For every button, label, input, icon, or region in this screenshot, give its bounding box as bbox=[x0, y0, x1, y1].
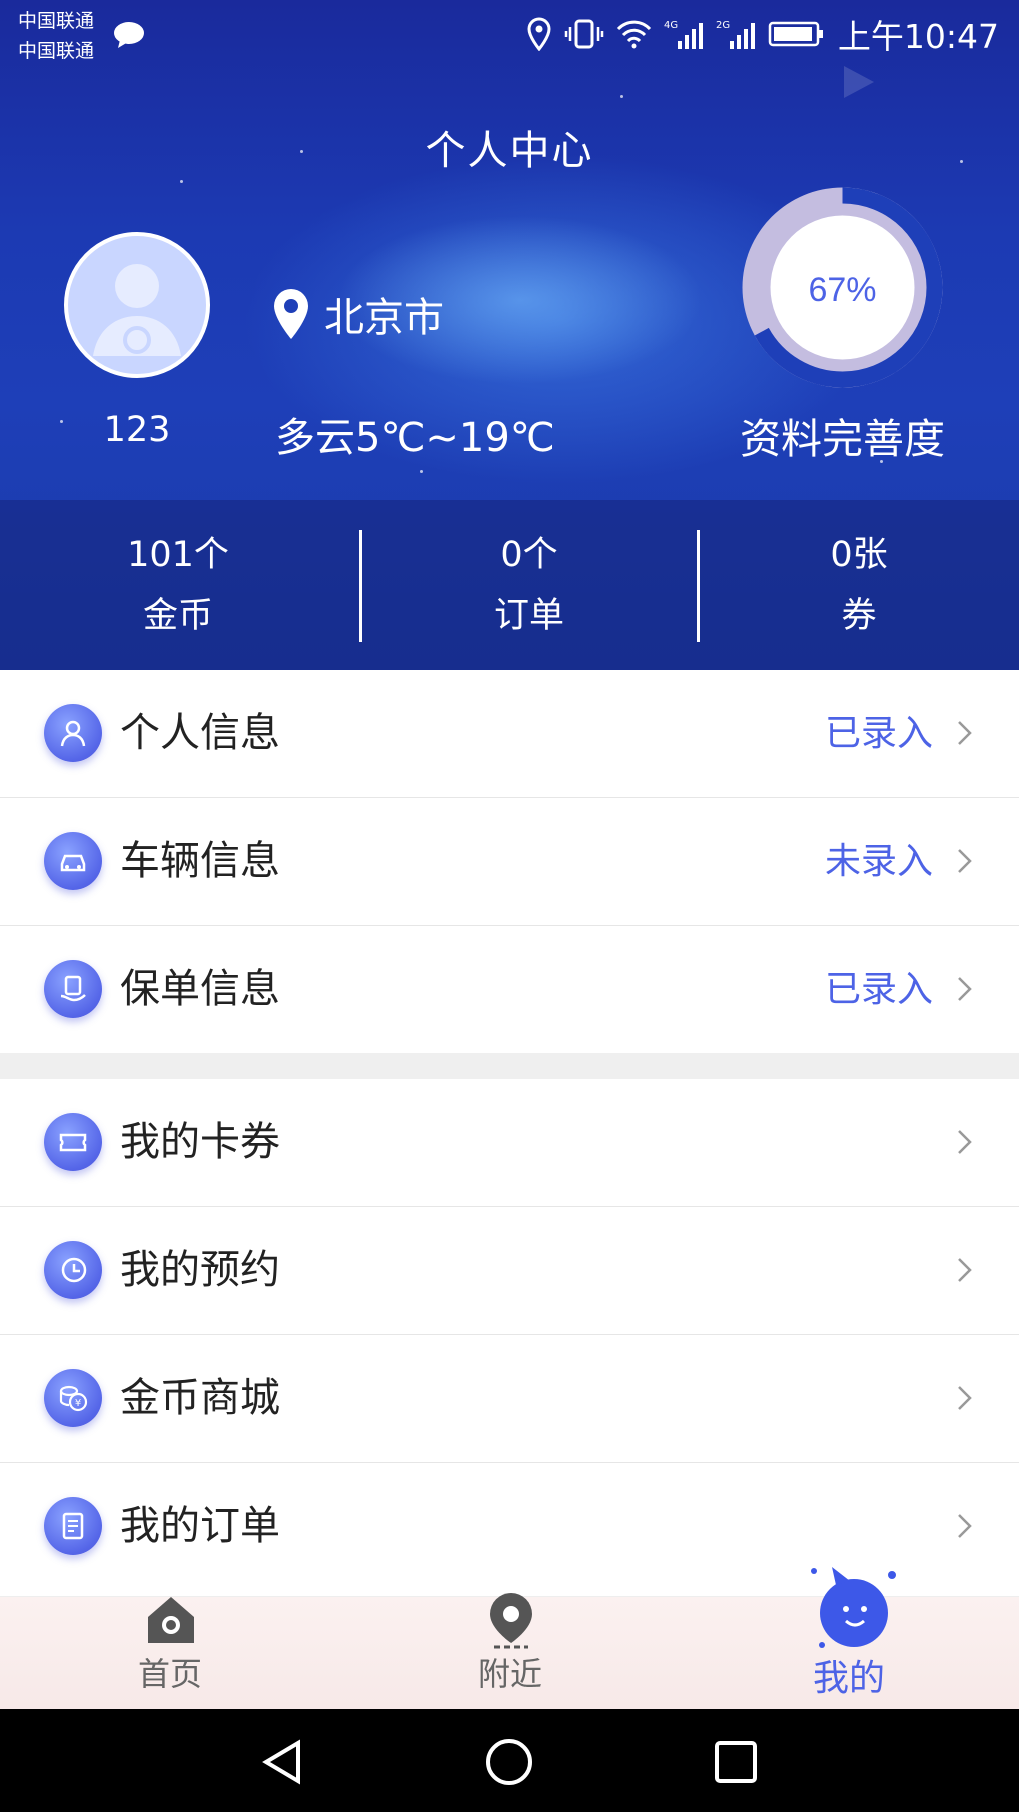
weather-text: 多云5℃~19℃ bbox=[275, 415, 555, 461]
stat-divider bbox=[359, 530, 362, 642]
row-my-coupons[interactable]: 我的卡券 bbox=[0, 1079, 1019, 1207]
stat-divider bbox=[697, 530, 700, 642]
chevron-right-icon bbox=[958, 721, 972, 745]
status-bar: 中国联通 中国联通 4G 2G 上午10:47 bbox=[0, 0, 1019, 70]
clock-icon bbox=[44, 1241, 102, 1299]
nav-label: 附近 bbox=[477, 1655, 542, 1693]
location-icon bbox=[527, 17, 551, 51]
profile-header: 中国联通 中国联通 4G 2G 上午10:47 个人中心 123 北京市 多云5 bbox=[0, 0, 1019, 670]
message-icon bbox=[114, 22, 144, 48]
signal-2g-icon: 2G bbox=[716, 20, 755, 49]
home-icon bbox=[148, 1597, 194, 1643]
ticket-icon bbox=[44, 1113, 102, 1171]
clock-time: 上午10:47 bbox=[837, 17, 999, 56]
battery-icon bbox=[768, 21, 823, 47]
chevron-right-icon bbox=[958, 849, 972, 873]
row-label: 我的卡券 bbox=[120, 1119, 280, 1165]
stat-coins[interactable]: 101个 金币 bbox=[78, 530, 278, 646]
row-label: 车辆信息 bbox=[120, 838, 280, 884]
chevron-right-icon bbox=[958, 1130, 972, 1154]
back-icon[interactable] bbox=[258, 1737, 308, 1787]
chevron-right-icon bbox=[958, 1386, 972, 1410]
stat-label: 金币 bbox=[142, 596, 213, 636]
person-icon bbox=[44, 704, 102, 762]
nearby-pin-icon bbox=[490, 1593, 532, 1649]
svg-text:2G: 2G bbox=[716, 20, 730, 31]
row-label: 保单信息 bbox=[120, 966, 280, 1012]
avatar[interactable] bbox=[64, 232, 210, 378]
bottom-nav: 首页 附近 我的 bbox=[0, 1567, 1019, 1710]
chevron-right-icon bbox=[958, 1258, 972, 1282]
stat-coupons[interactable]: 0张 券 bbox=[759, 530, 959, 646]
vibrate-icon bbox=[564, 19, 604, 49]
page-title: 个人中心 bbox=[425, 128, 594, 174]
mascot-icon bbox=[811, 1567, 896, 1648]
chevron-right-icon bbox=[958, 977, 972, 1001]
nav-label: 首页 bbox=[137, 1655, 202, 1693]
completion-label: 资料完善度 bbox=[740, 415, 945, 463]
stat-label: 券 bbox=[841, 596, 877, 636]
section-gap bbox=[0, 1053, 1019, 1079]
row-label: 个人信息 bbox=[120, 710, 280, 756]
info-list: 个人信息 已录入 车辆信息 未录入 保单信息 已录入 我的卡券 我的预约 ¥ 金… bbox=[0, 670, 1019, 1590]
home-circle-icon[interactable] bbox=[484, 1737, 534, 1787]
default-avatar-icon bbox=[93, 264, 181, 356]
stats-bar: 101个 金币 0个 订单 0张 券 bbox=[0, 500, 1019, 670]
stat-value: 101个 bbox=[127, 535, 229, 575]
row-label: 金币商城 bbox=[120, 1375, 280, 1421]
nav-label: 我的 bbox=[812, 1658, 885, 1699]
username: 123 bbox=[103, 410, 171, 450]
coins-icon: ¥ bbox=[44, 1369, 102, 1427]
order-icon bbox=[44, 1497, 102, 1555]
row-status: 已录入 bbox=[824, 969, 933, 1010]
location[interactable]: 北京市 bbox=[272, 285, 444, 343]
wifi-icon bbox=[616, 20, 651, 49]
row-my-appointments[interactable]: 我的预约 bbox=[0, 1207, 1019, 1335]
stat-value: 0张 bbox=[830, 535, 888, 575]
row-coin-mall[interactable]: ¥ 金币商城 bbox=[0, 1335, 1019, 1463]
chevron-right-icon bbox=[958, 1514, 972, 1538]
row-vehicle-info[interactable]: 车辆信息 未录入 bbox=[0, 798, 1019, 926]
row-status: 已录入 bbox=[824, 713, 933, 754]
policy-icon bbox=[44, 960, 102, 1018]
row-status: 未录入 bbox=[824, 841, 933, 882]
carrier-label: 中国联通 bbox=[18, 10, 95, 32]
row-policy-info[interactable]: 保单信息 已录入 bbox=[0, 926, 1019, 1053]
location-city: 北京市 bbox=[324, 295, 444, 341]
completion-percent: 67% bbox=[808, 271, 876, 309]
stat-orders[interactable]: 0个 订单 bbox=[429, 530, 629, 646]
svg-text:¥: ¥ bbox=[75, 1398, 81, 1409]
completion-ring: 67% bbox=[742, 187, 943, 388]
car-icon bbox=[44, 832, 102, 890]
row-label: 我的预约 bbox=[120, 1247, 280, 1293]
recents-icon[interactable] bbox=[711, 1737, 761, 1787]
carrier-label: 中国联通 bbox=[18, 40, 95, 62]
system-nav-bar bbox=[0, 1709, 1019, 1812]
svg-text:4G: 4G bbox=[664, 20, 678, 31]
location-pin-icon bbox=[274, 289, 308, 339]
stat-label: 订单 bbox=[493, 596, 564, 636]
row-personal-info[interactable]: 个人信息 已录入 bbox=[0, 670, 1019, 798]
row-label: 我的订单 bbox=[120, 1503, 280, 1549]
stat-value: 0个 bbox=[500, 535, 558, 575]
signal-4g-icon: 4G bbox=[664, 20, 703, 49]
